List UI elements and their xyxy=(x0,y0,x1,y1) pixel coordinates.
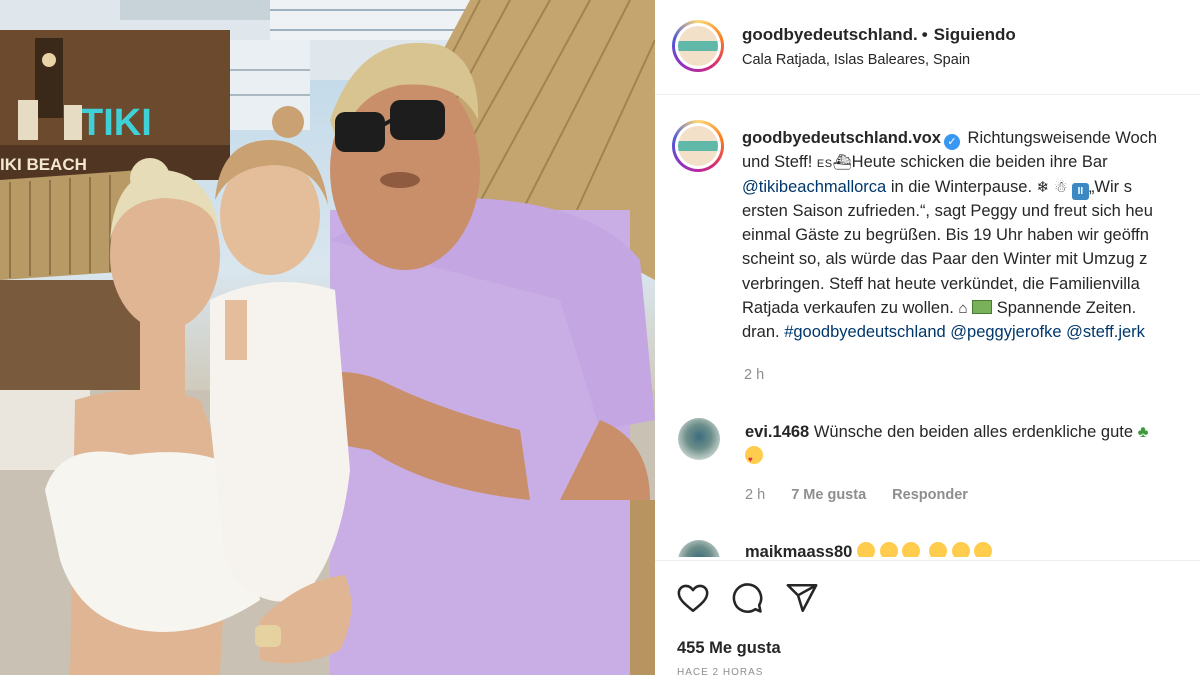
caption-line-2b: Heute schicken die beiden ihre Bar xyxy=(851,153,1108,172)
snowman-emoji-icon: ☃ xyxy=(1053,178,1068,196)
caption-line-4: ersten Saison zufrieden.“, sagt Peggy un… xyxy=(742,201,1153,220)
clap-emoji-icon xyxy=(856,542,875,557)
hashtag-goodbyedeutschland[interactable]: #goodbyedeutschland xyxy=(784,323,945,341)
post-actions: 455 Me gusta HACE 2 HORAS xyxy=(655,560,1200,675)
thumbs-up-emoji-icon xyxy=(929,542,948,557)
mention-steff-jerk[interactable]: @steff.jerk xyxy=(1066,323,1145,341)
clover-emoji-icon: ♣ xyxy=(1137,423,1149,441)
photo-illustration: TIKI IKI BEACH xyxy=(0,0,655,675)
caption-avatar[interactable] xyxy=(672,120,724,172)
likes-count[interactable]: 455 Me gusta xyxy=(677,639,781,658)
es-badge-icon: ES xyxy=(816,158,833,171)
caption-line-9a: dran. xyxy=(742,323,785,342)
caption-line-6: scheint so, als würde das Paar den Winte… xyxy=(742,250,1148,269)
header-user-row: goodbyedeutschland. • Siguiendo xyxy=(742,25,1016,45)
paper-plane-icon[interactable] xyxy=(785,581,819,615)
caption-line-5: einmal Gäste zu begrüßen. Bis 19 Uhr hab… xyxy=(742,226,1149,245)
comment-meta: 2 h 7 Me gusta Responder xyxy=(745,487,990,503)
comment-icon[interactable] xyxy=(730,581,764,615)
mention-peggyjerofke[interactable]: @peggyjerofke xyxy=(950,323,1061,341)
comment-time[interactable]: 2 h xyxy=(745,487,765,503)
following-button[interactable]: Siguiendo xyxy=(934,25,1016,44)
caption-text: goodbyedeutschland.vox ✓ Richtungsweisend… xyxy=(742,126,1200,345)
pause-emoji-icon: II xyxy=(1071,182,1089,200)
smiling-hearts-emoji-icon xyxy=(745,446,763,472)
clap-emoji-icon xyxy=(879,542,898,557)
caption-line-8a: Ratjada verkaufen zu wollen. xyxy=(742,299,959,318)
comment-body: Wünsche den beiden alles erdenkliche gut… xyxy=(809,423,1138,441)
caption-line-1: Richtungsweisende Woch xyxy=(962,129,1158,147)
comment-likes[interactable]: 7 Me gusta xyxy=(791,487,866,503)
tiki-beach-sign-text: IKI BEACH xyxy=(0,155,87,174)
tiki-sign-text: TIKI xyxy=(80,102,152,144)
comment-avatar[interactable] xyxy=(678,418,720,460)
caption-line-2a: und Steff! xyxy=(742,153,817,172)
caption-time[interactable]: 2 h xyxy=(744,367,764,383)
post-photo[interactable]: TIKI IKI BEACH xyxy=(0,0,655,675)
post-age: HACE 2 HORAS xyxy=(677,667,764,675)
reply-button[interactable]: Responder xyxy=(892,487,968,503)
mention-tikibeachmallorca[interactable]: @tikibeachmallorca xyxy=(742,178,886,196)
boat-emoji-icon: ⛴ xyxy=(832,154,852,172)
thumbs-up-emoji-icon xyxy=(951,542,970,557)
comment-text: maikmaass80 xyxy=(745,540,993,557)
comment-2-clip: maikmaass80 xyxy=(655,530,1200,557)
caption-line-3-end: „Wir s xyxy=(1088,177,1132,196)
comment-username[interactable]: evi.1468 xyxy=(745,423,809,441)
verified-badge-icon: ✓ xyxy=(943,134,960,150)
clap-emoji-icon xyxy=(902,542,921,557)
house-emoji-icon: ⌂ xyxy=(958,300,968,318)
location-link[interactable]: Cala Ratjada, Islas Baleares, Spain xyxy=(742,52,970,68)
comment-username[interactable]: maikmaass80 xyxy=(745,543,852,557)
caption-line-3: in die Winterpause. xyxy=(886,177,1037,196)
comment-text: evi.1468 Wünsche den beiden alles erdenk… xyxy=(745,420,1149,472)
caption-username[interactable]: goodbyedeutschland.vox xyxy=(742,129,941,147)
snowflake-emoji-icon: ❄ xyxy=(1036,178,1050,196)
header-avatar[interactable] xyxy=(672,20,724,72)
post-header: goodbyedeutschland. • Siguiendo Cala Ratja… xyxy=(655,0,1200,95)
caption-line-7: verbringen. Steff hat heute verkündet, d… xyxy=(742,274,1140,293)
comment-avatar[interactable] xyxy=(678,540,720,557)
money-emoji-icon xyxy=(972,300,993,315)
header-separator: • xyxy=(921,25,928,44)
caption-line-8b: Spannende Zeiten. xyxy=(992,299,1137,318)
smile-emoji-icon xyxy=(974,542,993,557)
header-username[interactable]: goodbyedeutschland. xyxy=(742,25,918,44)
heart-icon[interactable] xyxy=(676,581,710,615)
post-sidebar: goodbyedeutschland. • Siguiendo Cala Ratja… xyxy=(655,0,1200,675)
